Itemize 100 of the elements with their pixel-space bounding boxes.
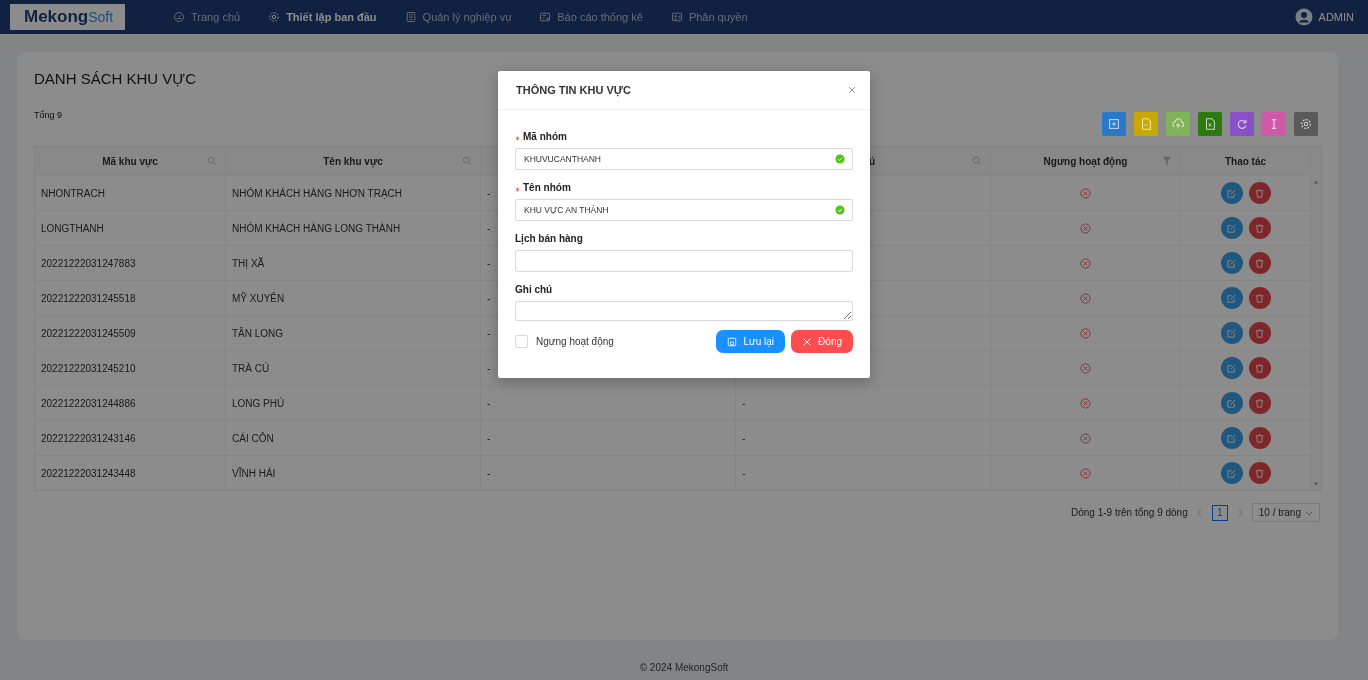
- prev-page-icon: [1195, 508, 1204, 517]
- edit-icon: [1226, 397, 1237, 409]
- scroll-down-icon: [1313, 481, 1319, 487]
- pagination-summary: Dòng 1-9 trên tổng 9 dòng: [1070, 507, 1188, 518]
- trash-icon: [1254, 222, 1265, 234]
- table-cell: -: [481, 455, 736, 490]
- logo-text: Soft: [88, 9, 114, 25]
- table-cell: THỊ XÃ: [226, 245, 481, 280]
- delete-button[interactable]: [1248, 357, 1271, 379]
- toolbar-button[interactable]: [1294, 112, 1318, 136]
- edit-icon: [1226, 432, 1237, 444]
- dashboard-icon: [173, 11, 185, 23]
- close-button[interactable]: Đóng: [791, 330, 853, 353]
- save-button[interactable]: Lưu lại: [716, 330, 786, 353]
- page-button[interactable]: 1: [1211, 504, 1228, 521]
- edit-button[interactable]: [1220, 217, 1243, 239]
- trash-icon: [1254, 327, 1265, 339]
- delete-button[interactable]: [1248, 392, 1271, 414]
- reload-icon: [1235, 117, 1249, 131]
- document-icon: [404, 11, 417, 23]
- table-cell: 20221222031243146: [35, 420, 226, 455]
- toolbar-button[interactable]: [1166, 112, 1190, 136]
- input-field[interactable]: [515, 250, 853, 272]
- column-title: Thao tác: [1224, 155, 1267, 167]
- avatar-icon: [1294, 8, 1313, 26]
- toolbar-button[interactable]: [1102, 112, 1126, 136]
- edit-icon: [1226, 292, 1237, 304]
- input-field[interactable]: KHU VỰC AN THÀNH: [515, 199, 853, 221]
- edit-icon: [1226, 467, 1237, 479]
- modal-title: THÔNG TIN KHU VỰC: [516, 84, 631, 96]
- input-field[interactable]: KHUVUCANTHANH: [515, 148, 853, 170]
- table-cell: VĨNH HẢI: [226, 455, 481, 490]
- page-size-select[interactable]: 10 / trang: [1251, 503, 1320, 522]
- trash-icon: [1254, 432, 1265, 444]
- table-cell: 20221222031244886: [35, 385, 226, 420]
- textarea-field[interactable]: [515, 301, 853, 321]
- table-cell: -: [736, 420, 991, 455]
- search-icon: [207, 156, 217, 166]
- toolbar-button[interactable]: [1134, 112, 1158, 136]
- column-title: Ngưng hoạt động: [1043, 155, 1128, 167]
- table-cell: TRÀ CÚ: [226, 350, 481, 385]
- table-cell: 20221222031245509: [35, 315, 226, 350]
- trash-icon: [1254, 467, 1265, 479]
- edit-icon: [1226, 257, 1237, 269]
- edit-icon: [1226, 222, 1237, 234]
- edit-button[interactable]: [1220, 182, 1243, 204]
- delete-button[interactable]: [1248, 252, 1271, 274]
- trash-icon: [1254, 187, 1265, 199]
- table-cell: NHÓM KHÁCH HÀNG NHƠN TRẠCH: [226, 175, 481, 210]
- delete-button[interactable]: [1248, 462, 1271, 484]
- stop-checkbox[interactable]: Ngưng hoạt động: [515, 335, 614, 348]
- trash-icon: [1254, 257, 1265, 269]
- user-name[interactable]: ADMIN: [1318, 11, 1354, 23]
- toolbar-button[interactable]: [1198, 112, 1222, 136]
- table-cell: LONG PHÚ: [226, 385, 481, 420]
- delete-button[interactable]: [1248, 287, 1271, 309]
- total-count: Tổng 9: [34, 110, 63, 120]
- delete-button[interactable]: [1248, 427, 1271, 449]
- search-icon: [972, 156, 982, 166]
- close-button[interactable]: [848, 86, 856, 94]
- save-icon: [727, 336, 738, 347]
- edit-icon: [1226, 327, 1237, 339]
- excel-icon: [1203, 117, 1217, 131]
- search-icon: [462, 156, 472, 166]
- nav-item[interactable]: Quản lý nghiệp vụ: [390, 11, 526, 23]
- edit-button[interactable]: [1220, 357, 1243, 379]
- trash-icon: [1254, 292, 1265, 304]
- table-cell: MỸ XUYÊN: [226, 280, 481, 315]
- edit-button[interactable]: [1220, 322, 1243, 344]
- edit-button[interactable]: [1220, 252, 1243, 274]
- column-title: Mã khu vực: [102, 155, 158, 167]
- field-label: Lịch bán hàng: [515, 232, 583, 244]
- table-cell: 20221222031247883: [35, 245, 226, 280]
- field-label: Tên nhóm: [523, 181, 571, 193]
- delete-button[interactable]: [1248, 217, 1271, 239]
- toolbar-button[interactable]: [1262, 112, 1286, 136]
- upload-icon: [1171, 117, 1185, 131]
- file-icon: [1139, 117, 1153, 131]
- edit-button[interactable]: [1220, 462, 1243, 484]
- edit-icon: [1226, 362, 1237, 374]
- table-cell: CÁI CÔN: [226, 420, 481, 455]
- field-label: Mã nhóm: [523, 130, 567, 142]
- edit-button[interactable]: [1220, 427, 1243, 449]
- table-cell: -: [481, 385, 736, 420]
- table-cell: NHÓM KHÁCH HÀNG LONG THÀNH: [226, 210, 481, 245]
- table-cell: -: [736, 455, 991, 490]
- delete-button[interactable]: [1248, 322, 1271, 344]
- nav-item[interactable]: Trang chủ: [159, 11, 255, 23]
- field-label: Ghi chú: [515, 283, 553, 295]
- id-card-icon: [670, 11, 683, 23]
- toolbar-button[interactable]: [1230, 112, 1254, 136]
- nav-item[interactable]: Báo cáo thống kê: [525, 11, 657, 23]
- nav-item[interactable]: Thiết lập ban đầu: [254, 11, 391, 23]
- nav-item[interactable]: Phân quyền: [656, 11, 762, 23]
- edit-button[interactable]: [1220, 392, 1243, 414]
- delete-button[interactable]: [1248, 182, 1271, 204]
- close-icon: [848, 86, 856, 94]
- edit-button[interactable]: [1220, 287, 1243, 309]
- checkbox[interactable]: [515, 335, 528, 348]
- trash-icon: [1254, 397, 1265, 409]
